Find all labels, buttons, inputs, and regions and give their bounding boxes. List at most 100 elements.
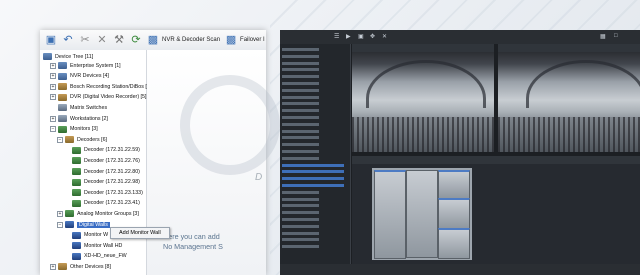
- tree-item[interactable]: Monitor Wall HD: [64, 241, 122, 250]
- tree-item[interactable]: Decoder (172.31.23.41): [64, 199, 140, 208]
- camera-list-item[interactable]: [282, 143, 344, 147]
- tree-item[interactable]: Matrix Switches: [50, 103, 107, 112]
- camera-list-item[interactable]: [282, 197, 344, 201]
- tree-item[interactable]: + Other Devices [8]: [50, 262, 111, 271]
- close-icon[interactable]: ✕: [382, 33, 387, 40]
- wall-tile[interactable]: [438, 228, 470, 259]
- window-icon[interactable]: □: [614, 33, 618, 39]
- tree-item[interactable]: + Analog Monitor Groups [3]: [57, 209, 139, 218]
- expand-toggle[interactable]: +: [50, 83, 56, 90]
- failover-button[interactable]: Failover I: [240, 37, 265, 43]
- camera-list-item[interactable]: [282, 116, 344, 119]
- camera-list-item[interactable]: [282, 231, 344, 235]
- expand-toggle[interactable]: −: [57, 136, 63, 143]
- camera-list-item[interactable]: [282, 184, 344, 187]
- expand-toggle[interactable]: +: [50, 94, 56, 101]
- nvr-decoder-scan-button[interactable]: NVR & Decoder Scan: [162, 37, 220, 43]
- tree-item[interactable]: − Digital Walls: [57, 220, 110, 229]
- tree-item[interactable]: Monitor W: [64, 231, 108, 240]
- video-pane-1[interactable]: [352, 52, 494, 152]
- video-pane-header-1: [352, 44, 494, 52]
- decorative-letter: D: [255, 172, 263, 183]
- camera-list-item[interactable]: [282, 102, 344, 106]
- video-image-detail: [498, 117, 640, 152]
- video-pane-2[interactable]: [498, 52, 640, 152]
- tree-item[interactable]: Decoder (172.31.22.98): [64, 178, 140, 187]
- decorative-ring: [180, 75, 280, 175]
- tree-item[interactable]: + Enterprise System [1]: [50, 61, 121, 70]
- tree-item[interactable]: XD-HD_neue_FW: [64, 252, 127, 261]
- camera-list-item[interactable]: [282, 156, 344, 160]
- tools-icon[interactable]: ⚒: [113, 34, 125, 46]
- monitor-wall-panel-header: [352, 156, 640, 164]
- tree-item[interactable]: − Monitors [3]: [50, 125, 98, 134]
- expand-toggle[interactable]: +: [50, 115, 56, 122]
- camera-list-item[interactable]: [282, 122, 344, 126]
- camera-list-item[interactable]: [282, 238, 344, 242]
- cut-icon[interactable]: ✂: [79, 34, 91, 46]
- layout-icon[interactable]: ▦: [600, 33, 606, 40]
- camera-list-item[interactable]: [282, 109, 344, 113]
- enterprise-icon: [58, 62, 67, 69]
- menu-icon[interactable]: ☰: [334, 33, 339, 40]
- tree-item[interactable]: − Decoders [6]: [57, 135, 107, 144]
- wall-tile[interactable]: [406, 170, 438, 258]
- move-icon[interactable]: ✥: [370, 33, 375, 40]
- camera-list-item[interactable]: [282, 190, 344, 194]
- tree-item-label: Decoder (172.31.22.98): [84, 179, 140, 186]
- undo-icon[interactable]: ↶: [62, 34, 74, 46]
- tree-item[interactable]: Decoder (172.31.22.80): [64, 167, 140, 176]
- camera-list-item[interactable]: [282, 61, 344, 65]
- camera-list-item[interactable]: [282, 245, 344, 249]
- save-icon[interactable]: ▣: [45, 34, 57, 46]
- expand-toggle[interactable]: −: [50, 126, 56, 133]
- camera-list-item[interactable]: [282, 204, 344, 208]
- workstation-icon: [58, 115, 67, 122]
- tree-item[interactable]: Decoder (172.31.22.76): [64, 156, 140, 165]
- camera-list-item[interactable]: [282, 48, 344, 51]
- tree-item-label: XD-HD_neue_FW: [84, 253, 127, 260]
- expand-toggle[interactable]: −: [57, 221, 63, 228]
- wall-tile[interactable]: [438, 170, 470, 199]
- expand-toggle[interactable]: +: [57, 210, 63, 217]
- dark-status-bar: [280, 264, 640, 275]
- camera-list-item[interactable]: [282, 129, 344, 133]
- camera-list-item[interactable]: [282, 88, 344, 92]
- camera-list-item[interactable]: [282, 136, 344, 140]
- play-icon[interactable]: ▶: [346, 33, 351, 40]
- refresh-icon[interactable]: ⟳: [130, 34, 142, 46]
- tree-item[interactable]: + NVR Devices [4]: [50, 72, 109, 81]
- tree-item[interactable]: + DVR (Digital Video Recorder) [5]: [50, 93, 146, 102]
- camera-list-item[interactable]: [282, 211, 344, 215]
- camera-list-item[interactable]: [282, 163, 344, 167]
- camera-list-item[interactable]: [282, 82, 344, 85]
- camera-list-item[interactable]: [282, 170, 344, 174]
- tree-root[interactable]: Device Tree [11]: [43, 52, 93, 61]
- tree-item-label: Monitor W: [84, 232, 109, 239]
- tree-item[interactable]: Decoder (172.31.23.133): [64, 188, 143, 197]
- wall-tile[interactable]: [374, 170, 406, 259]
- operator-client-window: ☰ ▶ ▣ ✥ ✕ ▦ □: [280, 30, 640, 275]
- scan-icon[interactable]: ▩: [147, 34, 159, 46]
- camera-list-item[interactable]: [282, 54, 344, 58]
- tree-item[interactable]: + Workstations [2]: [50, 114, 108, 123]
- expand-toggle[interactable]: +: [50, 263, 56, 270]
- tree-item[interactable]: + Bosch Recording Station/DiBos [: [50, 82, 147, 91]
- failover-icon[interactable]: ▩: [225, 34, 237, 46]
- camera-list-item[interactable]: [282, 224, 344, 228]
- expand-toggle[interactable]: +: [50, 73, 56, 80]
- camera-list-item[interactable]: [282, 177, 344, 181]
- tree-item[interactable]: Decoder (172.31.22.59): [64, 146, 140, 155]
- monitor-icon[interactable]: ▣: [358, 33, 364, 40]
- monitor-wall-layout[interactable]: [372, 168, 472, 260]
- expand-toggle[interactable]: +: [50, 62, 56, 69]
- camera-list-item[interactable]: [282, 68, 344, 72]
- camera-list: [280, 44, 351, 264]
- camera-list-item[interactable]: [282, 150, 344, 153]
- delete-icon[interactable]: ✕: [96, 34, 108, 46]
- camera-list-item[interactable]: [282, 95, 344, 99]
- camera-list-item[interactable]: [282, 75, 344, 79]
- wall-tile[interactable]: [438, 198, 470, 229]
- camera-list-item[interactable]: [282, 218, 344, 221]
- add-monitor-wall-menu-item[interactable]: Add Monitor Wall: [119, 230, 161, 236]
